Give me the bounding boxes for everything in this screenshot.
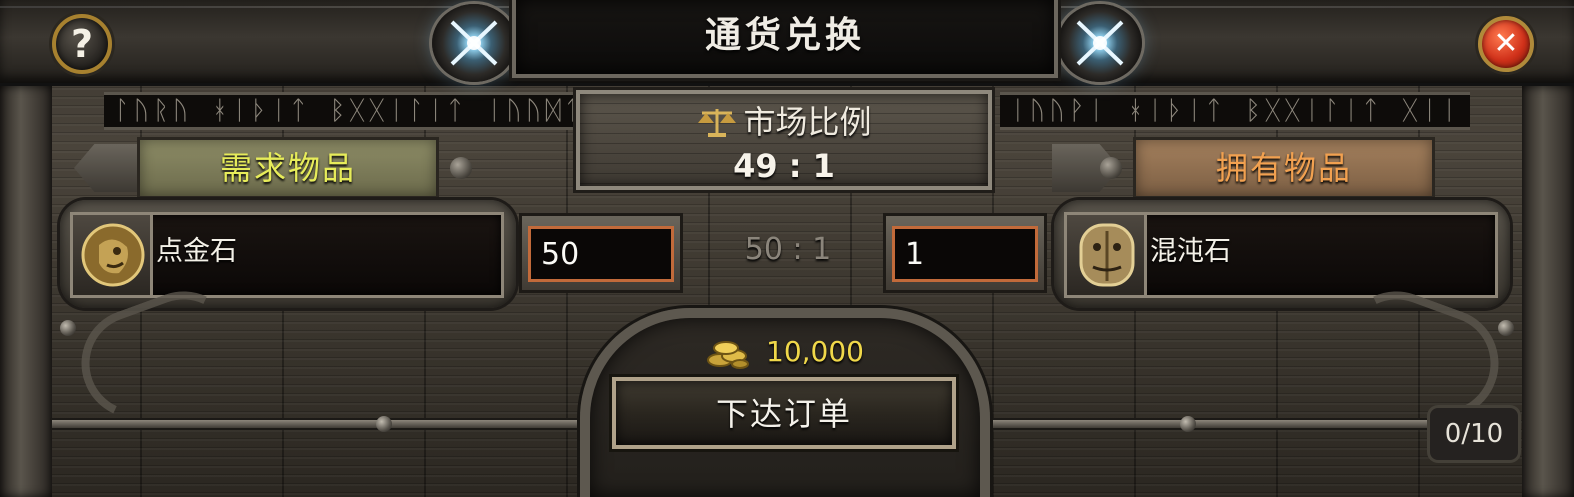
rune-strip-right: ᛁᚢᚢᚹᛁ ᚼᛁᚦᛁᛏ ᛒᚷᚷᛁᛚᛁᛏ ᚷᛁᛁ <box>1000 92 1470 130</box>
stud <box>1100 157 1122 179</box>
market-ratio-label: 市场比例 <box>743 103 872 141</box>
left-post <box>0 86 52 497</box>
want-item-icon-box[interactable] <box>73 215 153 295</box>
want-item-name: 点金石 <box>156 236 237 267</box>
have-items-tag: 拥有物品 <box>1136 140 1432 196</box>
crossed-swords-icon <box>1076 20 1124 66</box>
stud <box>450 157 472 179</box>
place-order-button[interactable]: 下达订单 <box>612 377 956 449</box>
order-cost: 10,000 <box>690 332 890 372</box>
cost-value: 10,000 <box>766 335 864 368</box>
rivet <box>60 320 76 336</box>
rune-strip-left: ᛚᚢᚱᚢ ᚼᛁᚦᛁᛏ ᛒᚷᚷᛁᛚᛁᛏ ᛁᚢᚢᛞᛏ <box>104 92 574 130</box>
gold-coins-icon <box>707 341 749 369</box>
have-item-name: 混沌石 <box>1150 236 1231 267</box>
have-item-icon-box[interactable] <box>1067 215 1147 295</box>
chaos-orb-icon <box>1079 223 1135 287</box>
current-ratio: 50 : 1 <box>744 232 832 267</box>
crossed-swords-emblem-right <box>1058 4 1142 82</box>
have-quantity-input[interactable] <box>892 226 1038 282</box>
market-ratio-header: 市场比例 <box>580 102 988 142</box>
crossed-swords-emblem-left <box>432 4 516 82</box>
iron-bar-right <box>990 420 1430 428</box>
market-ratio-value: 49 : 1 <box>733 147 835 185</box>
order-count: 0/10 <box>1444 419 1504 449</box>
crossed-swords-icon <box>450 20 498 66</box>
title-plaque: 通货兑换 <box>512 0 1058 78</box>
close-button[interactable]: ✕ <box>1478 16 1534 72</box>
want-quantity-input[interactable] <box>528 226 674 282</box>
rivet <box>376 416 392 432</box>
scale-icon <box>698 109 737 137</box>
rivet <box>1180 416 1196 432</box>
rivet <box>1498 320 1514 336</box>
market-ratio-plaque: 市场比例 49 : 1 <box>576 90 992 190</box>
help-button[interactable]: ? <box>52 14 112 74</box>
orb-of-alchemy-icon <box>81 223 145 287</box>
right-post <box>1522 86 1574 497</box>
window-title: 通货兑换 <box>704 15 865 56</box>
want-items-tag: 需求物品 <box>140 140 436 196</box>
iron-bar-left <box>52 420 582 428</box>
